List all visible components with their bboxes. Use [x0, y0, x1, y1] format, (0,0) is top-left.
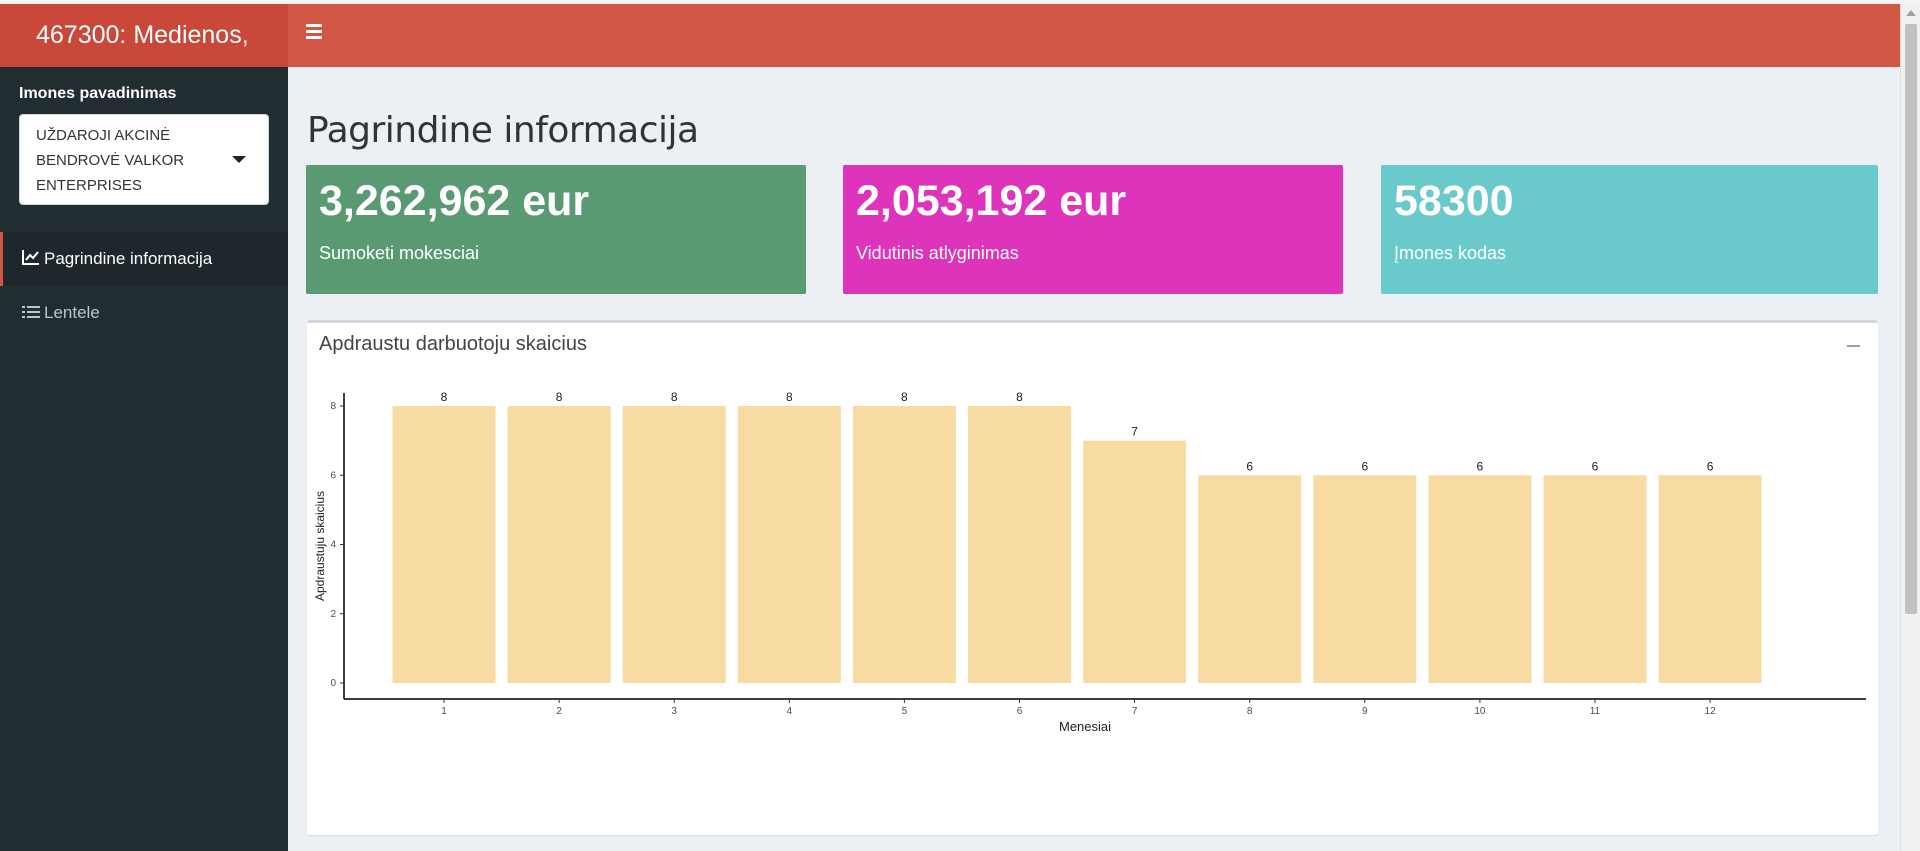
chart-bar [1313, 475, 1417, 683]
chart-bar [1658, 475, 1762, 683]
x-tick-label: 2 [556, 706, 562, 717]
x-tick-label: 3 [671, 706, 677, 717]
bar-data-label: 6 [1477, 459, 1484, 473]
chart-bar [1198, 475, 1302, 683]
sidebar-item-pagrindine-informacija[interactable]: Pagrindine informacija [0, 232, 288, 286]
sidebar-item-lentele[interactable]: Lentele [0, 286, 288, 340]
list-icon [22, 287, 42, 341]
y-tick-label: 4 [330, 540, 336, 551]
bar-data-label: 8 [786, 390, 793, 404]
top-navbar [288, 4, 1900, 67]
sidebar-item-label: Lentele [44, 303, 100, 322]
bar-data-label: 8 [1016, 390, 1023, 404]
bar-data-label: 8 [441, 390, 448, 404]
y-tick-label: 2 [330, 609, 336, 620]
chart-bar [507, 406, 611, 683]
y-tick-label: 8 [330, 401, 336, 412]
x-tick-label: 11 [1590, 706, 1601, 717]
chart-box: Apdraustu darbuotoju skaicius 0 2 4 6 8 8 1 8 2 8… [307, 320, 1878, 835]
value-box-salary: 2,053,192 eur Vidutinis atlyginimas [843, 165, 1343, 294]
caret-down-icon[interactable] [232, 156, 246, 163]
bar-data-label: 8 [671, 390, 678, 404]
company-select-label: Imones pavadinimas [19, 85, 177, 102]
bar-data-label: 6 [1592, 459, 1599, 473]
value-box-subtitle: Sumoketi mokesciai [319, 243, 480, 263]
value-box-company-code: 58300 Įmones kodas [1381, 165, 1878, 294]
chart-box-title: Apdraustu darbuotoju skaicius [319, 333, 587, 355]
y-tick-label: 0 [330, 678, 336, 689]
chart-bar [1543, 475, 1647, 683]
y-tick-label: 6 [330, 470, 336, 481]
company-select-line-2: BENDROVĖ VALKOR [36, 152, 185, 169]
chart-bar [1428, 475, 1532, 683]
page-scrollbar[interactable] [1900, 4, 1920, 851]
value-box-value: 2,053,192 eur [856, 177, 1127, 225]
chart-bar [737, 406, 841, 683]
bar-data-label: 6 [1707, 459, 1714, 473]
hamburger-menu-icon[interactable] [306, 24, 322, 39]
company-select-line-3: ENTERPRISES [36, 177, 142, 194]
company-select[interactable]: UŽDAROJI AKCINĖ BENDROVĖ VALKOR ENTERPRI… [19, 114, 269, 205]
bar-data-label: 7 [1131, 425, 1138, 439]
chart-bar [968, 406, 1071, 683]
value-box-taxes: 3,262,962 eur Sumoketi mokesciai [306, 165, 806, 294]
bar-chart: 0 2 4 6 8 8 1 8 2 8 3 8 4 8 5 8 6 7 7 6 8 6 9 6 10 6 11 6 12 Menesiai… [313, 390, 1866, 734]
page-title: Pagrindine informacija [307, 110, 699, 151]
x-tick-label: 6 [1017, 706, 1023, 717]
x-tick-label: 10 [1474, 706, 1486, 717]
value-box-value: 58300 [1394, 177, 1514, 225]
bar-data-label: 6 [1246, 459, 1253, 473]
bar-data-label: 8 [901, 390, 908, 404]
company-select-line-1: UŽDAROJI AKCINĖ [36, 127, 171, 144]
chart-bar [852, 406, 956, 683]
bar-data-label: 8 [556, 390, 563, 404]
value-box-subtitle: Įmones kodas [1394, 243, 1507, 263]
x-tick-label: 7 [1132, 706, 1138, 717]
chart-bar [392, 406, 496, 683]
x-axis-title: Menesiai [1059, 719, 1111, 734]
scrollbar-thumb[interactable] [1905, 24, 1917, 614]
collapse-minus-icon[interactable] [1847, 345, 1860, 347]
scroll-up-arrow-icon[interactable] [1906, 10, 1916, 16]
x-tick-label: 4 [787, 706, 793, 717]
value-box-value: 3,262,962 eur [319, 177, 590, 225]
chart-bar [1083, 440, 1187, 683]
sidebar: Imones pavadinimas UŽDAROJI AKCINĖ BENDR… [0, 67, 288, 851]
sidebar-item-label: Pagrindine informacija [44, 249, 213, 268]
line-chart-icon [22, 233, 42, 287]
main-content: Pagrindine informacija 3,262,962 eur Sum… [288, 67, 1900, 851]
x-tick-label: 8 [1247, 706, 1253, 717]
bar-data-label: 6 [1361, 459, 1368, 473]
y-axis-title: Apdraustuju skaicius [313, 491, 327, 601]
value-box-subtitle: Vidutinis atlyginimas [856, 243, 1019, 263]
x-tick-label: 9 [1362, 706, 1368, 717]
x-tick-label: 5 [902, 706, 908, 717]
chart-bar [622, 406, 726, 683]
app-logo-title[interactable]: 467300: Medienos, [0, 4, 288, 67]
x-tick-label: 1 [441, 706, 447, 717]
x-tick-label: 12 [1705, 706, 1717, 717]
